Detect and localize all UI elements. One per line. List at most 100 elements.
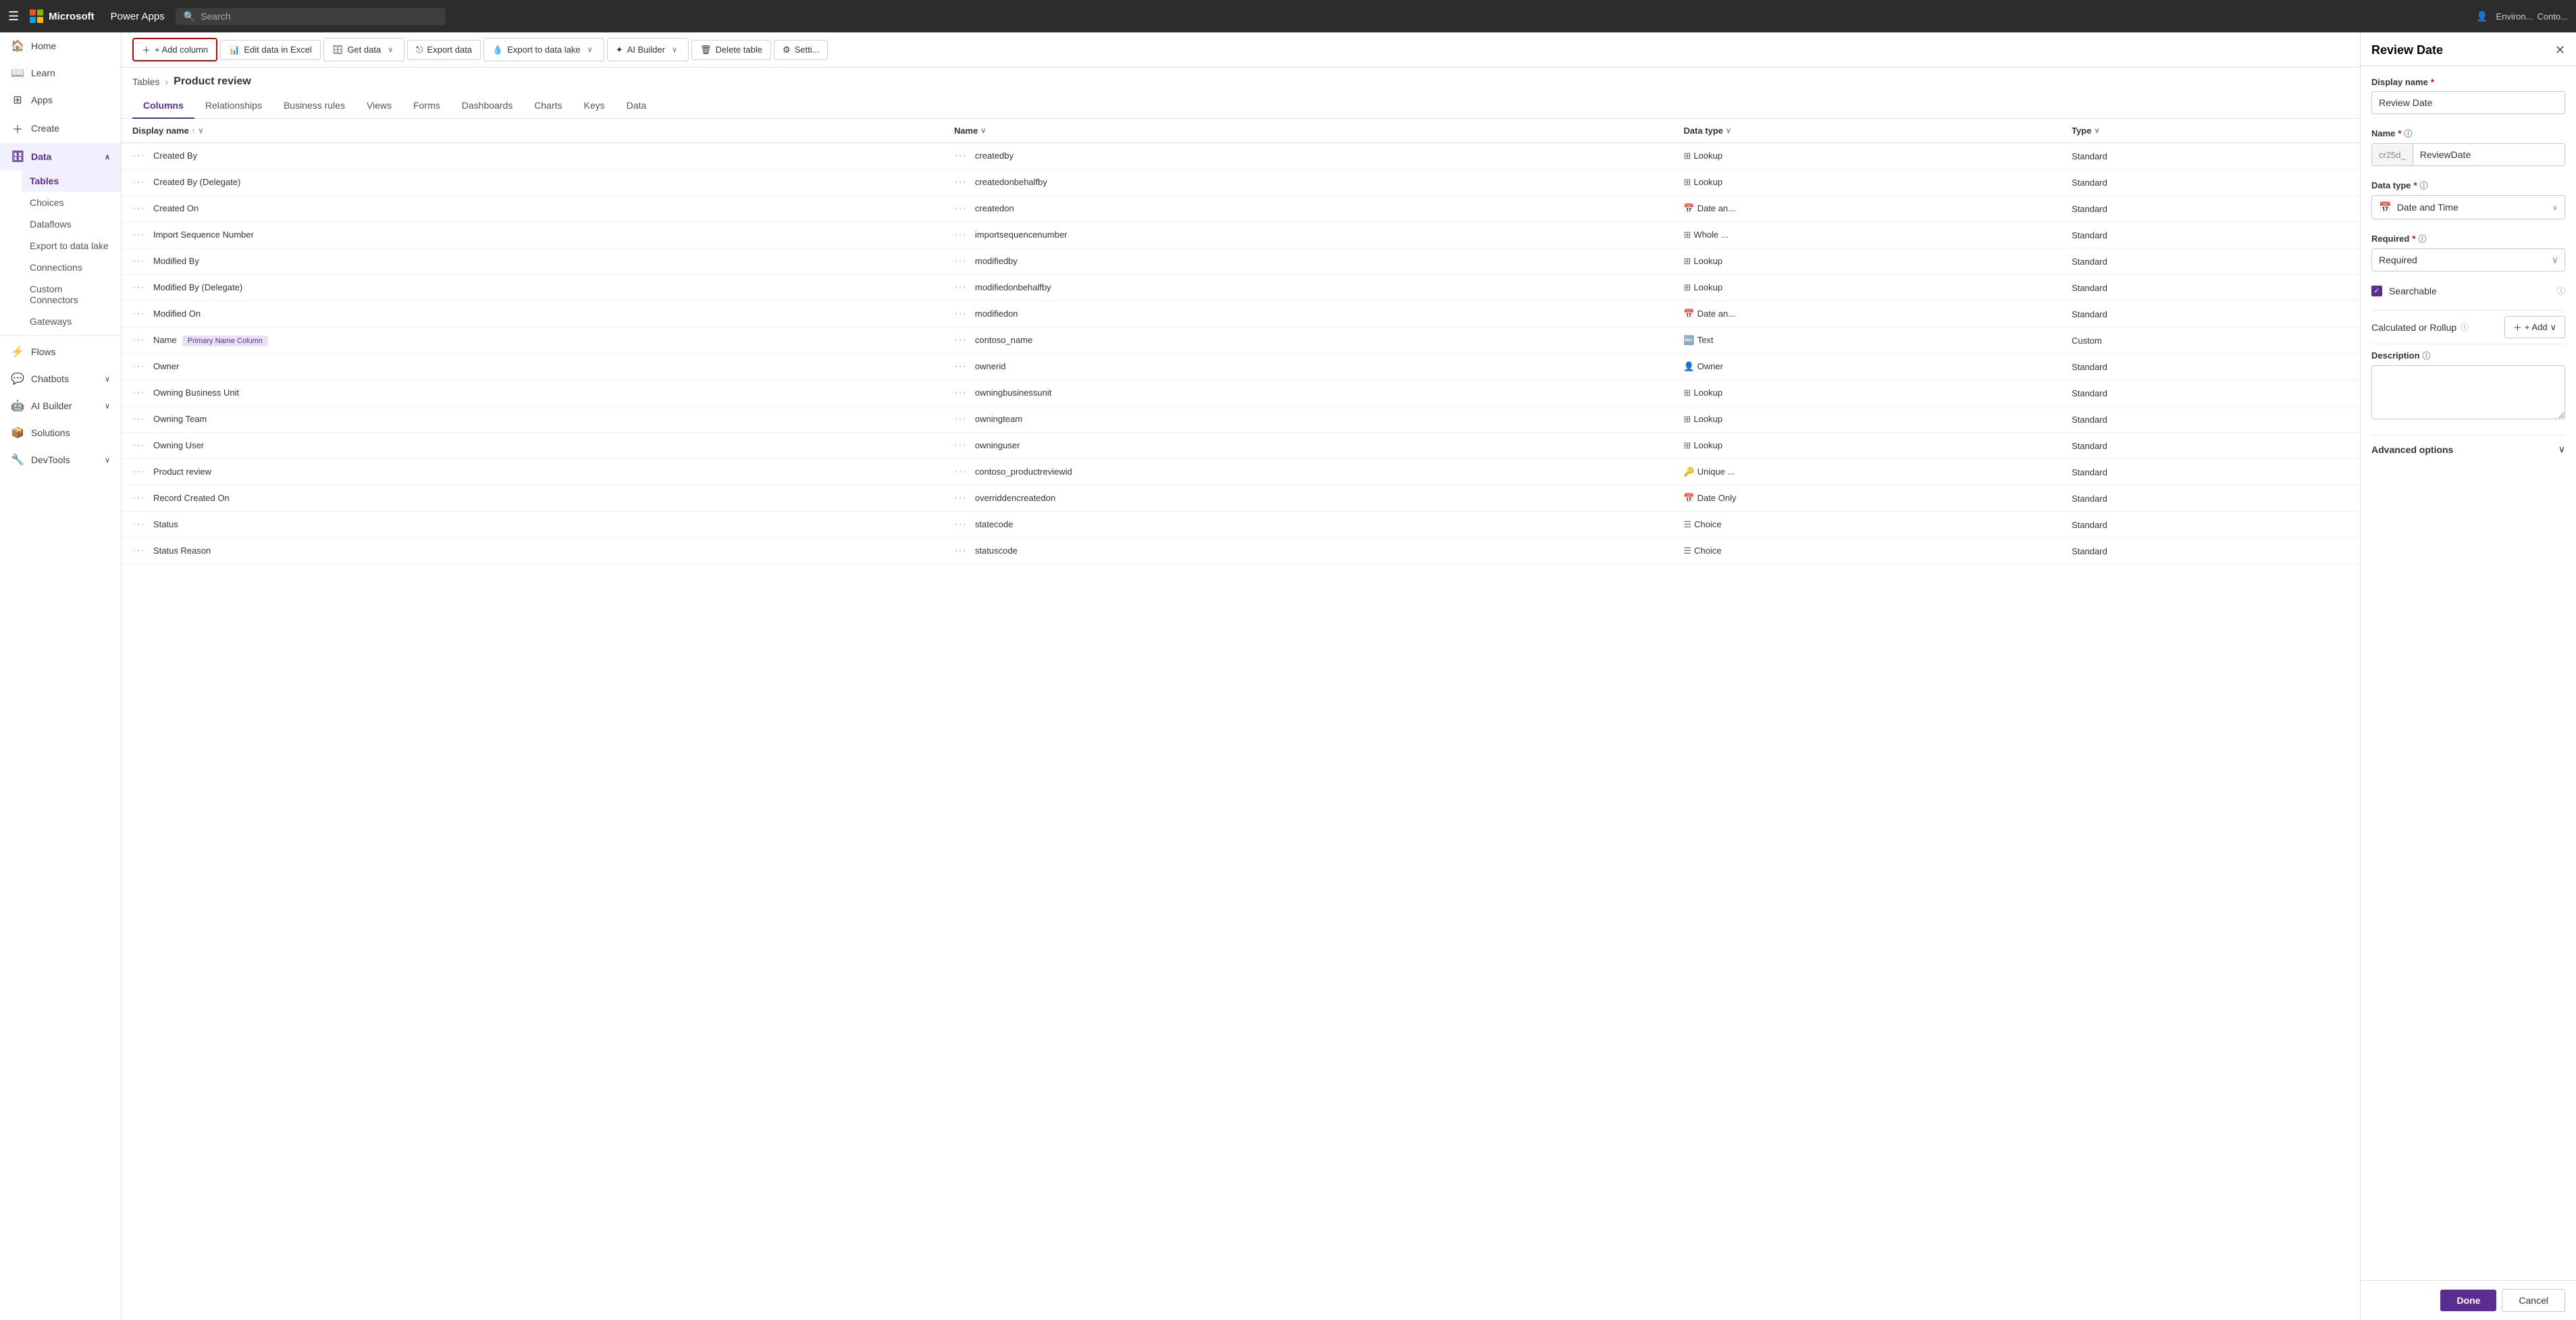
sidebar-item-learn[interactable]: 📖 Learn [0, 59, 121, 86]
sidebar-item-connections[interactable]: Connections [22, 257, 121, 278]
row-dots-menu[interactable]: ··· [132, 519, 145, 530]
row-dots-menu[interactable]: ··· [132, 203, 145, 214]
th-displayname[interactable]: Display name ↑ ∨ [122, 119, 943, 143]
search-bar[interactable]: 🔍 [176, 8, 446, 25]
name-dots-menu[interactable]: ··· [954, 466, 967, 477]
th-name[interactable]: Name ∨ [943, 119, 1673, 143]
name-dots-menu[interactable]: ··· [954, 361, 967, 372]
sidebar-divider [0, 335, 121, 336]
sidebar-item-apps[interactable]: ⊞ Apps [0, 86, 121, 113]
row-dots-menu[interactable]: ··· [132, 361, 145, 372]
environment-badge[interactable]: Environ... Conto... [2496, 11, 2568, 22]
description-textarea[interactable] [2371, 365, 2565, 419]
advanced-options-row[interactable]: Advanced options ∨ [2371, 441, 2565, 458]
tab-views[interactable]: Views [356, 93, 402, 119]
export-data-button[interactable]: ⎋ Export data [407, 40, 481, 60]
name-filter-icon[interactable]: ∨ [980, 126, 986, 135]
name-dots-menu[interactable]: ··· [954, 255, 967, 267]
row-dots-menu[interactable]: ··· [132, 387, 145, 398]
datalake-chevron-icon[interactable]: ∨ [585, 43, 596, 57]
tab-columns[interactable]: Columns [132, 93, 194, 119]
sidebar-item-home[interactable]: 🏠 Home [0, 32, 121, 59]
row-dots-menu[interactable]: ··· [132, 308, 145, 319]
sidebar-item-aibuilder[interactable]: 🤖 AI Builder ∨ [0, 392, 121, 419]
tab-charts[interactable]: Charts [523, 93, 573, 119]
row-dots-menu[interactable]: ··· [132, 255, 145, 267]
name-input[interactable] [2413, 144, 2565, 165]
calc-rollup-add-button[interactable]: ＋ + Add ∨ [2504, 316, 2565, 338]
name-dots-menu[interactable]: ··· [954, 387, 967, 398]
ai-chevron-icon[interactable]: ∨ [669, 43, 680, 57]
edit-data-excel-button[interactable]: 📊 Edit data in Excel [220, 40, 321, 60]
export-datalake-button[interactable]: 💧 Export to data lake ∨ [483, 38, 604, 61]
sidebar-item-flows[interactable]: ⚡ Flows [0, 338, 121, 365]
sidebar-item-create[interactable]: ＋ Create [0, 113, 121, 143]
type-filter-icon[interactable]: ∨ [2094, 126, 2099, 135]
get-data-chevron-icon[interactable]: ∨ [385, 43, 396, 57]
row-dots-menu[interactable]: ··· [132, 440, 145, 451]
tab-businessrules[interactable]: Business rules [273, 93, 356, 119]
row-dots-menu[interactable]: ··· [132, 229, 145, 240]
name-dots-menu[interactable]: ··· [954, 334, 967, 346]
sidebar-item-custom-connectors[interactable]: Custom Connectors [22, 278, 121, 311]
calc-rollup-info-icon[interactable]: ⓘ [2461, 321, 2469, 333]
tab-forms[interactable]: Forms [402, 93, 451, 119]
searchable-checkbox[interactable]: ✓ [2371, 286, 2382, 296]
row-dots-menu[interactable]: ··· [132, 492, 145, 504]
name-dots-menu[interactable]: ··· [954, 282, 967, 293]
add-column-button[interactable]: ＋ + Add column [132, 38, 217, 61]
name-dots-menu[interactable]: ··· [954, 545, 967, 556]
hamburger-menu[interactable]: ☰ [8, 9, 19, 24]
displayname-filter-icon[interactable]: ∨ [198, 126, 203, 135]
name-dots-menu[interactable]: ··· [954, 413, 967, 425]
sidebar-item-export-datalake[interactable]: Export to data lake [22, 235, 121, 257]
tab-relationships[interactable]: Relationships [194, 93, 273, 119]
data-type-select-wrapper[interactable]: 📅 Date and Time ∨ [2371, 195, 2565, 219]
searchable-info-icon[interactable]: ⓘ [2557, 285, 2565, 296]
description-info-icon[interactable]: ⓘ [2423, 350, 2431, 361]
sidebar-item-dataflows[interactable]: Dataflows [22, 213, 121, 235]
th-type[interactable]: Type ∨ [2061, 119, 2360, 143]
row-dots-menu[interactable]: ··· [132, 466, 145, 477]
tab-keys[interactable]: Keys [573, 93, 616, 119]
row-dots-menu[interactable]: ··· [132, 413, 145, 425]
row-dots-menu[interactable]: ··· [132, 282, 145, 293]
display-name-input[interactable] [2371, 91, 2565, 114]
sidebar-item-solutions[interactable]: 📦 Solutions [0, 419, 121, 446]
panel-close-button[interactable]: ✕ [2555, 43, 2565, 57]
name-dots-menu[interactable]: ··· [954, 440, 967, 451]
sidebar-item-chatbots[interactable]: 💬 Chatbots ∨ [0, 365, 121, 392]
get-data-button[interactable]: 🗄 Get data ∨ [323, 38, 404, 61]
breadcrumb-tables-link[interactable]: Tables [132, 76, 159, 87]
name-info-icon[interactable]: ⓘ [2404, 128, 2412, 139]
sidebar-item-choices[interactable]: Choices [22, 192, 121, 213]
tab-dashboards[interactable]: Dashboards [451, 93, 524, 119]
search-input[interactable] [201, 11, 438, 22]
delete-table-button[interactable]: 🗑 Delete table [691, 40, 771, 60]
th-datatype[interactable]: Data type ∨ [1673, 119, 2061, 143]
name-dots-menu[interactable]: ··· [954, 150, 967, 161]
data-type-info-icon[interactable]: ⓘ [2420, 180, 2428, 191]
required-info-icon[interactable]: ⓘ [2418, 233, 2426, 244]
done-button[interactable]: Done [2440, 1290, 2496, 1311]
sidebar-item-devtools[interactable]: 🔧 DevTools ∨ [0, 446, 121, 473]
row-dots-menu[interactable]: ··· [132, 176, 145, 188]
settings-button[interactable]: ⚙ Setti... [774, 40, 829, 60]
name-dots-menu[interactable]: ··· [954, 203, 967, 214]
sidebar-item-tables[interactable]: Tables [22, 170, 121, 192]
tab-data[interactable]: Data [616, 93, 658, 119]
required-select[interactable]: Required Optional [2371, 248, 2565, 271]
sidebar-item-data[interactable]: 🗄 Data ∧ [0, 143, 121, 170]
sidebar-item-gateways[interactable]: Gateways [22, 311, 121, 332]
row-dots-menu[interactable]: ··· [132, 150, 145, 161]
row-dots-menu[interactable]: ··· [132, 334, 145, 346]
name-dots-menu[interactable]: ··· [954, 519, 967, 530]
name-dots-menu[interactable]: ··· [954, 492, 967, 504]
datatype-filter-icon[interactable]: ∨ [1726, 126, 1731, 135]
name-dots-menu[interactable]: ··· [954, 308, 967, 319]
row-dots-menu[interactable]: ··· [132, 545, 145, 556]
name-dots-menu[interactable]: ··· [954, 176, 967, 188]
ai-builder-button[interactable]: ✦ AI Builder ∨ [607, 38, 689, 61]
name-dots-menu[interactable]: ··· [954, 229, 967, 240]
cancel-button[interactable]: Cancel [2502, 1289, 2565, 1312]
